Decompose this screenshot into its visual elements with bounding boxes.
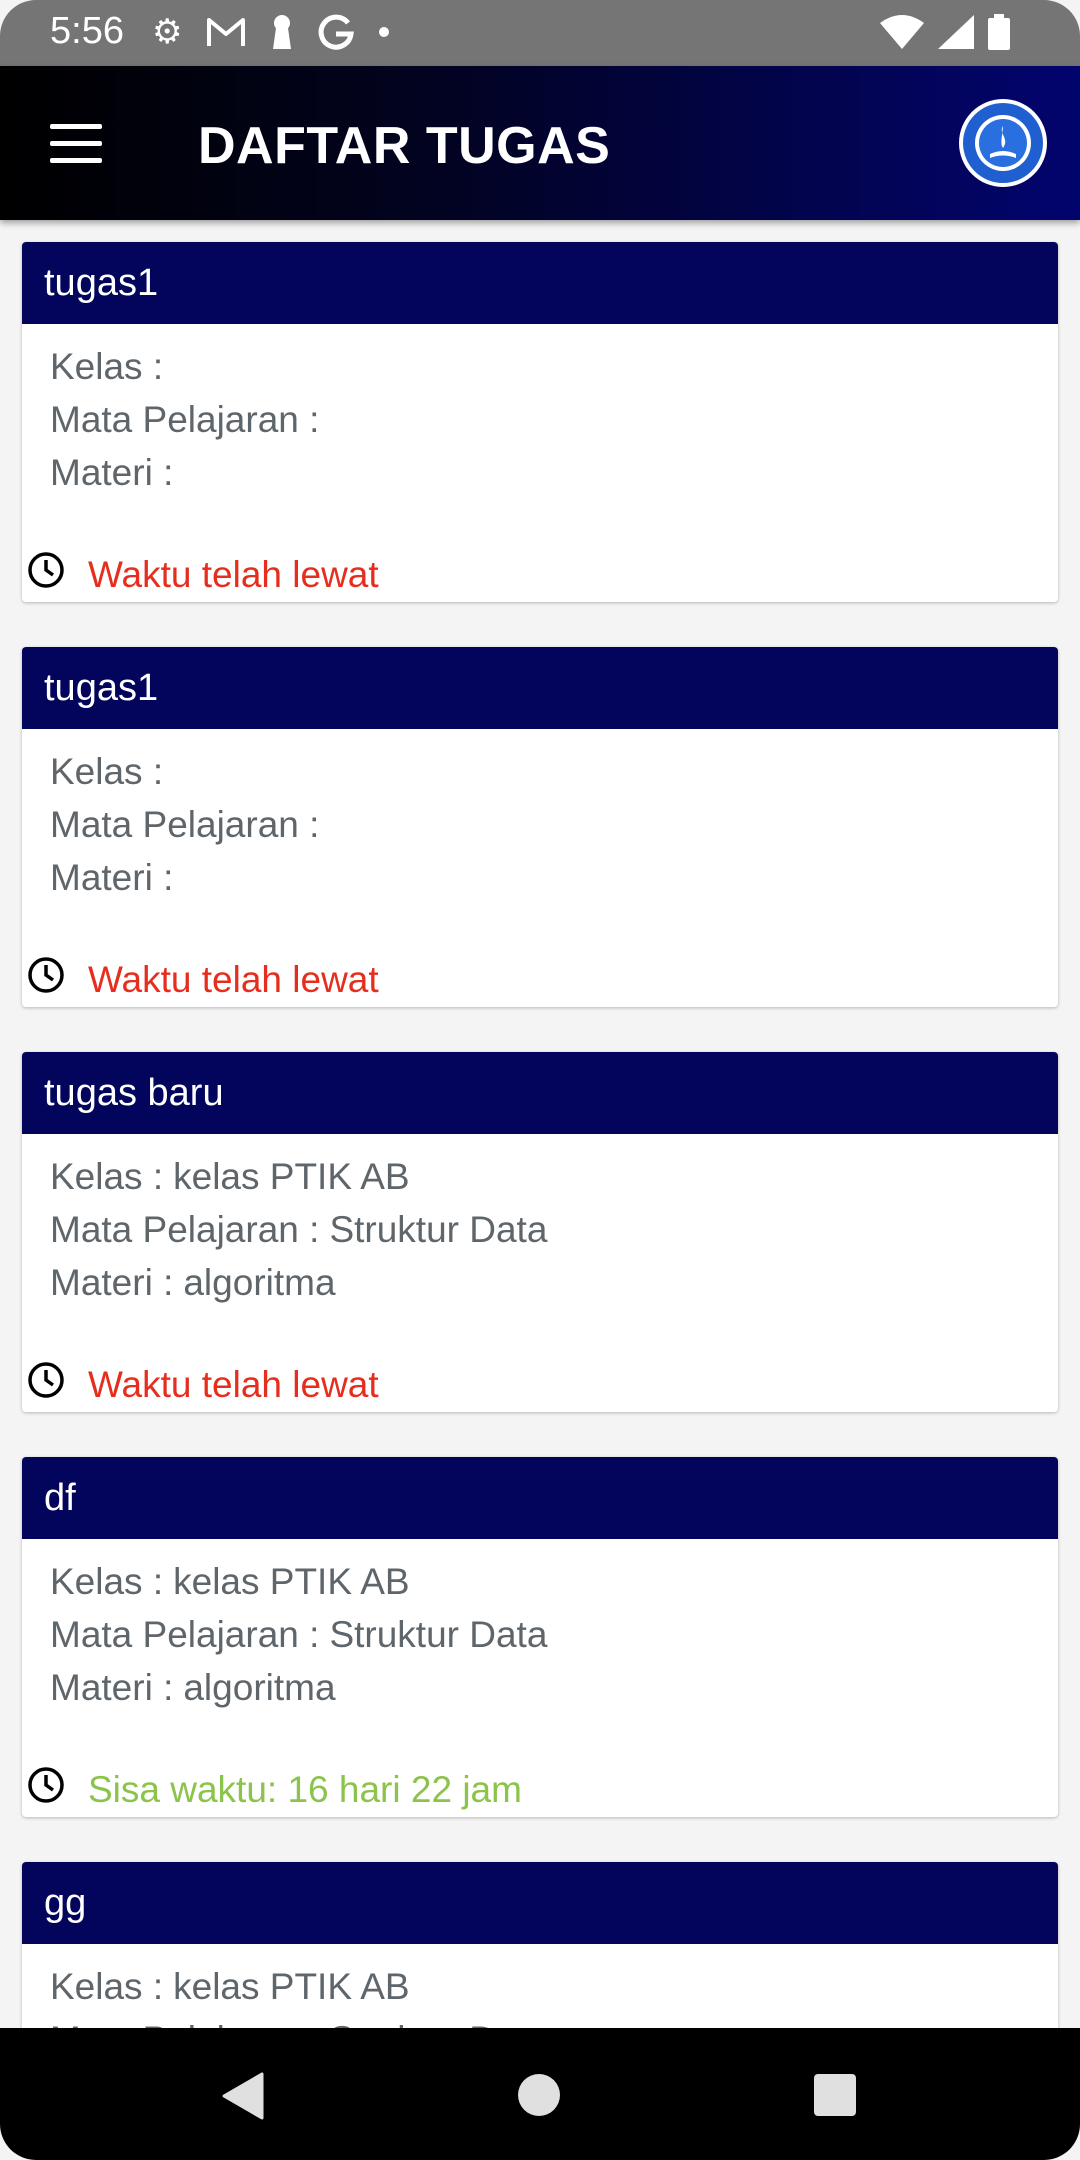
kelas-value: kelas PTIK AB (173, 1156, 410, 1197)
notification-icons: ⚙ (152, 12, 390, 52)
task-title: tugas1 (22, 242, 1058, 324)
mapel-label: Mata Pelajaran : (50, 1209, 320, 1250)
materi-value: algoritma (183, 1262, 336, 1303)
task-card[interactable]: df Kelas : kelas PTIK AB Mata Pelajaran :… (22, 1457, 1058, 1817)
kelas-label: Kelas : (50, 1966, 164, 2007)
task-title: df (22, 1457, 1058, 1539)
kelas-value: kelas PTIK AB (173, 1966, 410, 2007)
mapel-value: Struktur Data (329, 2019, 547, 2028)
mapel-value: Struktur Data (329, 1614, 548, 1655)
kelas-row: Kelas : kelas PTIK AB (50, 1150, 1058, 1203)
kelas-row: Kelas : kelas PTIK AB (50, 1960, 1058, 2013)
task-card[interactable]: tugas1 Kelas : Mata Pelajaran : Materi :… (22, 242, 1058, 602)
task-title: tugas baru (22, 1052, 1058, 1134)
deadline-status: Waktu telah lewat (22, 550, 1058, 602)
clock-icon (28, 1362, 64, 1398)
kelas-row: Kelas : (50, 745, 1058, 798)
materi-label: Materi : (50, 1667, 174, 1708)
mapel-row: Mata Pelajaran : (50, 393, 1058, 446)
materi-label: Materi : (50, 1262, 174, 1303)
kelas-label: Kelas : (50, 751, 164, 792)
status-text: Waktu telah lewat (88, 554, 379, 595)
status-time: 5:56 (50, 10, 124, 52)
materi-value: algoritma (183, 1667, 336, 1708)
deadline-status: Sisa waktu: 16 hari 22 jam (22, 1765, 1058, 1817)
settings-icon: ⚙ (152, 13, 183, 51)
mapel-label: Mata Pelajaran : (50, 2019, 319, 2028)
task-card[interactable]: gg Kelas :kelas PTIK AB Mata Pelajaran :… (22, 1862, 1058, 2028)
keyhole-icon (273, 15, 292, 49)
system-icons (880, 14, 1010, 50)
signal-icon (938, 15, 974, 49)
materi-row: Materi : (50, 446, 1058, 499)
mapel-value: Struktur Data (329, 1209, 548, 1250)
materi-row: Materi : (50, 851, 1058, 904)
back-triangle-icon[interactable] (220, 2072, 264, 2120)
wifi-icon (880, 15, 924, 49)
materi-row: Materi : algoritma (50, 1661, 1058, 1714)
dot-icon (379, 27, 390, 37)
gmail-icon (207, 18, 246, 46)
navigation-bar (0, 2028, 1080, 2160)
app-bar: DAFTAR TUGAS (0, 66, 1080, 220)
materi-row: Materi : algoritma (50, 1256, 1058, 1309)
materi-label: Materi : (50, 452, 174, 493)
google-icon (319, 14, 355, 50)
mapel-label: Mata Pelajaran : (50, 804, 320, 845)
deadline-status: Waktu telah lewat (22, 955, 1058, 1007)
clock-icon (28, 957, 64, 993)
kelas-value: kelas PTIK AB (173, 1561, 410, 1602)
page-title: DAFTAR TUGAS (198, 117, 611, 175)
kelas-label: Kelas : (50, 346, 164, 387)
school-logo (959, 99, 1047, 187)
mapel-row: Mata Pelajaran : Struktur Data (50, 2013, 1058, 2028)
mapel-row: Mata Pelajaran :Struktur Data (50, 1203, 1058, 1256)
task-card[interactable]: tugas1 Kelas : Mata Pelajaran : Materi :… (22, 647, 1058, 1007)
battery-icon (988, 14, 1010, 50)
materi-label: Materi : (50, 857, 174, 898)
deadline-status: Waktu telah lewat (22, 1360, 1058, 1412)
task-list[interactable]: tugas1 Kelas : Mata Pelajaran : Materi :… (0, 220, 1080, 2028)
task-card[interactable]: tugas baru Kelas : kelas PTIK AB Mata Pel… (22, 1052, 1058, 1412)
mapel-label: Mata Pelajaran : (50, 399, 320, 440)
status-text: Waktu telah lewat (88, 959, 379, 1000)
recents-square-icon[interactable] (814, 2074, 856, 2116)
clock-icon (28, 1767, 64, 1803)
mapel-row: Mata Pelajaran : (50, 798, 1058, 851)
home-circle-icon[interactable] (518, 2074, 560, 2116)
kelas-label: Kelas : (50, 1156, 164, 1197)
hamburger-menu-icon[interactable] (50, 124, 102, 164)
mapel-row: Mata Pelajaran :Struktur Data (50, 1608, 1058, 1661)
kelas-label: Kelas : (50, 1561, 164, 1602)
status-text: Waktu telah lewat (88, 1364, 379, 1405)
status-bar: 5:56 ⚙ (0, 0, 1080, 66)
task-title: tugas1 (22, 647, 1058, 729)
kelas-row: Kelas : kelas PTIK AB (50, 1555, 1058, 1608)
clock-icon (28, 552, 64, 588)
kelas-row: Kelas : (50, 340, 1058, 393)
mapel-label: Mata Pelajaran : (50, 1614, 320, 1655)
task-title: gg (22, 1862, 1058, 1944)
status-text: Sisa waktu: 16 hari 22 jam (88, 1769, 522, 1810)
